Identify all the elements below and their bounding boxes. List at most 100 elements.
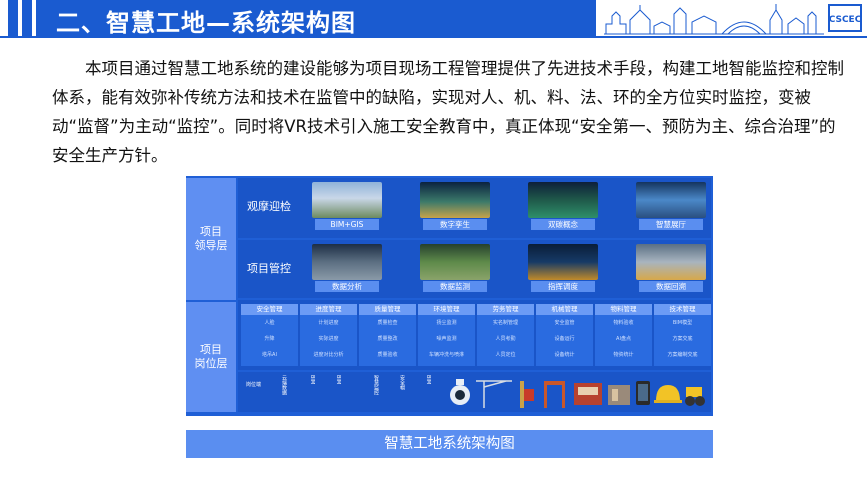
row-label: 观摩迎检 bbox=[247, 200, 291, 213]
gantry-icon bbox=[544, 381, 565, 408]
tile-dual-carbon[interactable]: 双碳概念 bbox=[528, 182, 598, 232]
svg-text:CSCEC: CSCEC bbox=[830, 15, 860, 25]
business-item: 噪声监测 bbox=[436, 336, 457, 342]
header-stripe bbox=[22, 0, 32, 36]
business-item: 扬尘监测 bbox=[436, 320, 457, 326]
business-item: 方案交底 bbox=[672, 336, 693, 342]
business-item: 质量整改 bbox=[377, 336, 398, 342]
data-monitoring-image bbox=[420, 244, 490, 280]
tile-caption: 指挥调度 bbox=[531, 281, 595, 292]
company-logo: CSCEC bbox=[828, 4, 862, 32]
diagram-caption: 智慧工地系统架构图 bbox=[186, 430, 713, 458]
device-text: 安全帽 bbox=[399, 375, 405, 390]
device-text: 云端数据 bbox=[281, 375, 287, 395]
business-column[interactable]: 机械管理 安全监管 设备运行 设备统计 bbox=[536, 304, 593, 366]
slide-header: 二、智慧工地—系统架构图 CSCEC bbox=[0, 0, 867, 38]
device-text: 智慧监控 bbox=[373, 375, 379, 395]
tile-bim-gis[interactable]: BIM+GIS bbox=[312, 182, 382, 232]
device-text: BIM bbox=[425, 375, 431, 385]
layer-label-leadership: 项目 领导层 bbox=[186, 178, 236, 300]
business-column[interactable]: 物料管理 物料验收 AI盘点 物资统计 bbox=[595, 304, 652, 366]
business-column[interactable]: 安全管理 人脸 升降 塔吊AI bbox=[241, 304, 298, 366]
business-item: 塔吊AI bbox=[262, 352, 277, 358]
business-header: 安全管理 bbox=[241, 304, 298, 315]
business-item: 人脸 bbox=[264, 320, 275, 326]
business-header: 进度管理 bbox=[300, 304, 357, 315]
business-header: 技术管理 bbox=[654, 304, 711, 315]
business-header: 劳务管理 bbox=[477, 304, 534, 315]
tile-data-monitoring[interactable]: 数据监测 bbox=[420, 244, 490, 294]
bim-gis-image bbox=[312, 182, 382, 218]
business-item: 计划进度 bbox=[318, 320, 339, 326]
row-inspection: 观摩迎检 BIM+GIS 数字孪生 双碳概念 智慧展厅 bbox=[238, 178, 711, 238]
business-item: 实际进度 bbox=[318, 336, 339, 342]
safety-helmet-icon bbox=[654, 385, 682, 403]
tower-crane-icon bbox=[476, 380, 512, 408]
business-column[interactable]: 质量管理 质量检查 质量整改 质量验收 bbox=[359, 304, 416, 366]
device-label: BIM bbox=[308, 375, 315, 384]
tile-data-analysis[interactable]: 数据分析 bbox=[312, 244, 382, 294]
business-management-row: 安全管理 人脸 升降 塔吊AI 进度管理 计划进度 实际进度 进度对比分析 质量… bbox=[238, 300, 711, 370]
device-label: 安全帽 bbox=[398, 375, 405, 390]
road-roller-icon bbox=[685, 387, 705, 406]
business-item: 质量检查 bbox=[377, 320, 398, 326]
device-label: 岗位端 bbox=[246, 382, 262, 389]
page-title: 二、智慧工地—系统架构图 bbox=[56, 9, 356, 37]
business-item: 设备运行 bbox=[554, 336, 575, 342]
device-text: 岗位端 bbox=[246, 382, 262, 388]
row-label: 项目管控 bbox=[247, 262, 291, 275]
business-item: 进度对比分析 bbox=[313, 352, 344, 358]
business-item: 安全监管 bbox=[554, 320, 575, 326]
row-project-control: 项目管控 数据分析 数据监测 指挥调度 数据回溯 bbox=[238, 240, 711, 298]
business-item: 方案编制交底 bbox=[667, 352, 698, 358]
business-header: 机械管理 bbox=[536, 304, 593, 315]
device-text: BIM bbox=[309, 375, 315, 385]
tile-digital-twin[interactable]: 数字孪生 bbox=[420, 182, 490, 232]
site-machinery-icon bbox=[574, 383, 602, 405]
logo-icon: CSCEC bbox=[829, 15, 862, 25]
tile-data-replay[interactable]: 数据回溯 bbox=[636, 244, 706, 294]
business-column[interactable]: 劳务管理 实名制管理 人员考勤 人员定位 bbox=[477, 304, 534, 366]
tile-caption: 数据回溯 bbox=[639, 281, 703, 292]
tile-caption: 数字孪生 bbox=[423, 219, 487, 230]
business-header: 物料管理 bbox=[595, 304, 652, 315]
business-item: 人员考勤 bbox=[495, 336, 516, 342]
business-item: 车辆冲洗与喷淋 bbox=[428, 352, 464, 358]
architecture-diagram: 项目 领导层 项目 岗位层 观摩迎检 BIM+GIS 数字孪生 双碳概念 智慧展… bbox=[186, 176, 713, 416]
business-item: 质量验收 bbox=[377, 352, 398, 358]
business-item: AI盘点 bbox=[616, 336, 631, 342]
tile-caption: 数据分析 bbox=[315, 281, 379, 292]
business-column[interactable]: 进度管理 计划进度 实际进度 进度对比分析 bbox=[300, 304, 357, 366]
camera-icon bbox=[450, 379, 470, 405]
device-label: BIM bbox=[424, 375, 431, 384]
tile-caption: 双碳概念 bbox=[531, 219, 595, 230]
tile-smart-hall[interactable]: 智慧展厅 bbox=[636, 182, 706, 232]
business-item: 物料验收 bbox=[613, 320, 634, 326]
dual-carbon-image bbox=[528, 182, 598, 218]
tile-caption: 数据监测 bbox=[423, 281, 487, 292]
layer-column: 项目 领导层 项目 岗位层 bbox=[186, 176, 236, 416]
device-label: 智慧监控 bbox=[372, 375, 379, 395]
tile-command-dispatch[interactable]: 指挥调度 bbox=[528, 244, 598, 294]
device-label: BIM bbox=[334, 375, 341, 384]
layer-label-position: 项目 岗位层 bbox=[186, 302, 236, 412]
tile-caption: 智慧展厅 bbox=[639, 219, 703, 230]
business-header: 环境管理 bbox=[418, 304, 475, 315]
equipment-rack-icon bbox=[608, 385, 630, 405]
construction-hoist-icon bbox=[520, 381, 534, 408]
command-dispatch-image bbox=[528, 244, 598, 280]
tile-caption: BIM+GIS bbox=[315, 219, 379, 230]
tablet-icon bbox=[636, 381, 650, 405]
device-icons bbox=[450, 379, 705, 408]
business-item: BIM模型 bbox=[672, 320, 693, 326]
city-skyline-icon bbox=[604, 4, 824, 35]
smart-hall-image bbox=[636, 182, 706, 218]
business-item: 物资统计 bbox=[613, 352, 634, 358]
business-column[interactable]: 环境管理 扬尘监测 噪声监测 车辆冲洗与喷淋 bbox=[418, 304, 475, 366]
header-rule bbox=[0, 36, 867, 38]
data-replay-image bbox=[636, 244, 706, 280]
business-item: 升降 bbox=[264, 336, 275, 342]
business-column[interactable]: 技术管理 BIM模型 方案交底 方案编制交底 bbox=[654, 304, 711, 366]
device-label: 云端数据 bbox=[280, 375, 287, 395]
device-row: 岗位端 云端数据 BIM BIM 智慧监控 安全帽 BIM bbox=[238, 372, 711, 412]
